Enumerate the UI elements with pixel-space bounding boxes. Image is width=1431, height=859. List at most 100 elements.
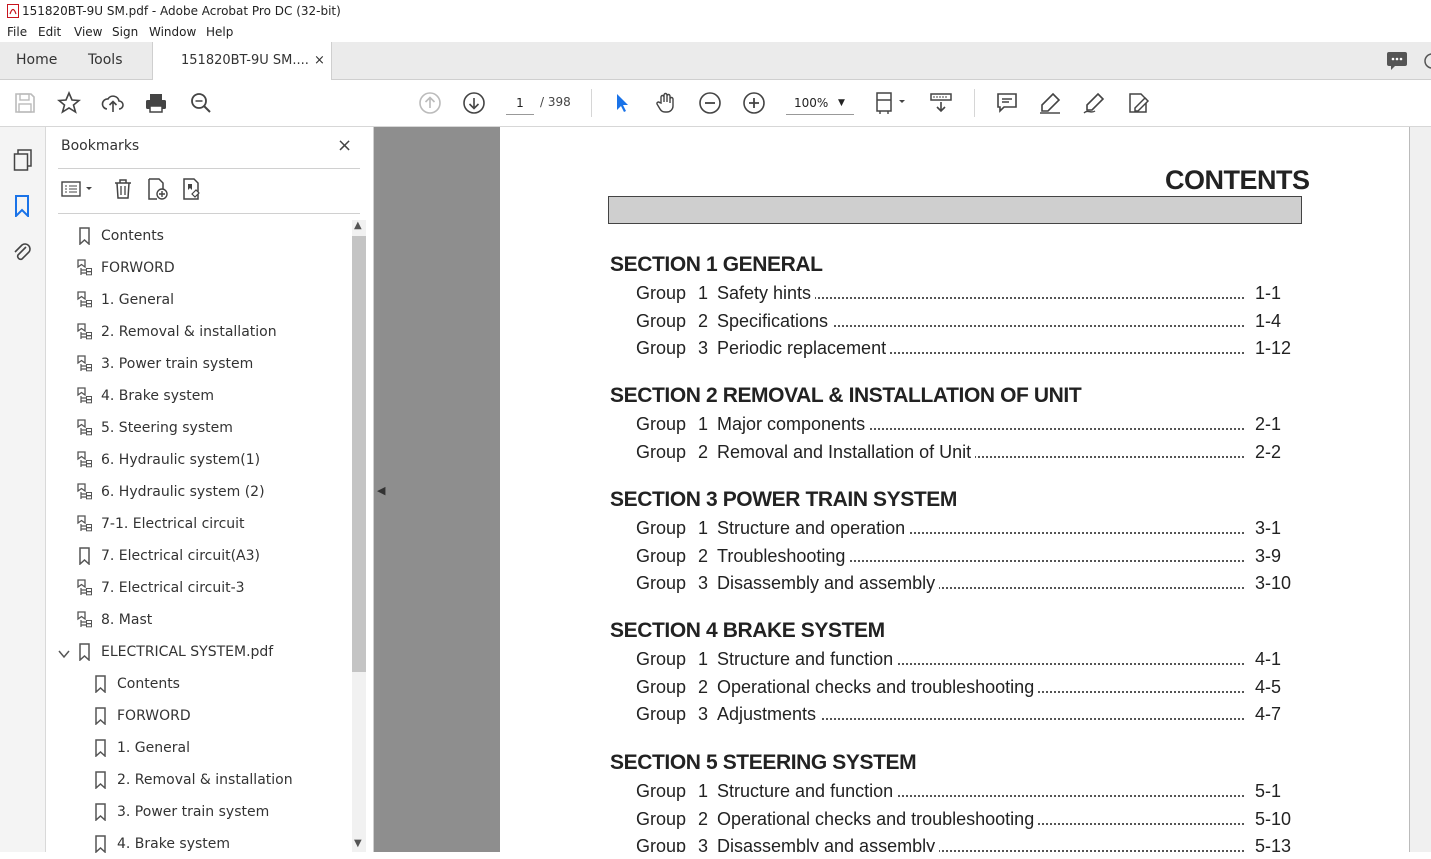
highlight-icon[interactable] <box>1038 91 1062 115</box>
page-ref: 1-12 <box>1255 338 1292 358</box>
toc-entry[interactable]: Group 3 Disassembly and assembly 3-10 <box>636 573 1292 597</box>
scroll-thumb[interactable] <box>352 236 366 672</box>
page-ref: 1-1 <box>1255 283 1282 303</box>
section-heading: SECTION 1 GENERAL <box>610 253 823 276</box>
panel-divider <box>58 168 360 169</box>
edit-pdf-icon[interactable] <box>1126 91 1150 115</box>
bookmark-icon[interactable] <box>14 195 30 217</box>
scroll-down-arrow-icon[interactable]: ▼ <box>354 838 362 849</box>
comment-bubble-icon[interactable] <box>1386 51 1408 71</box>
toc-entry[interactable]: Group 1 Safety hints 1-1 <box>636 283 1290 307</box>
main-toolbar: 1 / 398 100% ▼ <box>0 80 1431 127</box>
star-icon[interactable] <box>56 90 82 115</box>
toc-entry[interactable]: Group 1 Structure and function 4-1 <box>636 649 1290 673</box>
group-word: Group <box>636 283 687 303</box>
group-title: Disassembly and assembly <box>717 836 940 852</box>
menu-sign[interactable]: Sign <box>112 25 138 39</box>
page-number-input[interactable]: 1 <box>506 92 534 115</box>
save-icon[interactable] <box>13 91 37 115</box>
bookmark-label: 7-1. Electrical circuit <box>101 516 245 532</box>
next-page-icon[interactable] <box>462 91 486 115</box>
group-word: Group <box>636 573 687 593</box>
collapse-panel-arrow-icon[interactable]: ◀ <box>377 484 385 497</box>
group-title: Periodic replacement <box>717 338 891 359</box>
group-number: 3 <box>698 836 709 852</box>
group-title: Specifications <box>717 310 833 332</box>
bookmark-icon <box>95 707 106 725</box>
zoom-in-icon[interactable] <box>742 91 766 115</box>
page-ref: 5-1 <box>1255 781 1282 801</box>
toc-entry[interactable]: Group 2 Troubleshooting 3-9 <box>636 545 1290 570</box>
toc-entry[interactable]: Group 2 Operational checks and troubleshoo… <box>636 676 1290 701</box>
upload-icon[interactable] <box>101 91 125 115</box>
fit-page-icon[interactable] <box>874 91 908 115</box>
group-word: Group <box>636 836 687 852</box>
window-title: 151820BT-9U SM.pdf - Adobe Acrobat Pro D… <box>22 4 341 18</box>
scroll-up-arrow-icon[interactable]: ▲ <box>354 220 362 231</box>
page-ref: 3-10 <box>1255 573 1292 593</box>
page-ref: 5-13 <box>1255 836 1292 852</box>
toc-entry[interactable]: Group 2 Operational checks and troubleshoo… <box>636 808 1291 833</box>
comment-icon[interactable] <box>995 91 1019 115</box>
group-title: Adjustments <box>717 704 821 725</box>
toc-entry[interactable]: Group 3 Disassembly and assembly 5-13 <box>636 836 1292 852</box>
attachment-icon[interactable] <box>12 241 32 263</box>
delete-bookmark-icon[interactable] <box>111 177 135 201</box>
toc-entry[interactable]: Group 3 Periodic replacement 1-12 <box>636 338 1292 362</box>
bookmark-label: Contents <box>117 676 180 692</box>
group-number: 1 <box>698 283 709 303</box>
toc-entry[interactable]: Group 1 Structure and operation 3-1 <box>636 518 1290 542</box>
bookmarks-panel: Bookmarks × ▲ ▼ Contents FORWORD 1. Genera… <box>46 127 374 853</box>
bookmark-options-icon[interactable] <box>60 177 96 201</box>
toc-entry[interactable]: Group 2 Removal and Installation of Unit 2-… <box>636 441 1290 466</box>
bookmark-tree-icon <box>77 611 92 628</box>
toc-entry[interactable]: Group 1 Structure and function 5-1 <box>636 781 1290 805</box>
chevron-down-icon[interactable] <box>58 644 70 663</box>
bookmark-label: 2. Removal & installation <box>117 772 293 788</box>
bookmark-label: 6. Hydraulic system(1) <box>101 452 261 468</box>
group-word: Group <box>636 545 687 566</box>
zoom-out-icon[interactable] <box>698 91 722 115</box>
menu-edit[interactable]: Edit <box>38 25 61 39</box>
hand-icon[interactable] <box>654 91 678 115</box>
toc-entry[interactable]: Group 2 Specifications 1-4 <box>636 310 1290 335</box>
bookmark-from-structure-icon[interactable] <box>180 177 204 201</box>
toc-entry[interactable]: Group 1 Major components 2-1 <box>636 414 1290 438</box>
tab-tools[interactable]: Tools <box>88 42 123 79</box>
group-number: 2 <box>698 808 709 829</box>
pages-icon[interactable] <box>13 149 33 171</box>
section-heading: SECTION 2 REMOVAL & INSTALLATION OF UNIT <box>610 384 1082 407</box>
menu-view[interactable]: View <box>74 25 102 39</box>
menu-window[interactable]: Window <box>149 25 196 39</box>
select-pointer-icon[interactable] <box>610 91 634 115</box>
bookmark-tree-icon <box>77 259 92 276</box>
toc-entry[interactable]: Group 3 Adjustments 4-7 <box>636 704 1290 728</box>
tab-close-icon[interactable]: × <box>314 42 325 79</box>
sign-icon[interactable] <box>1082 91 1106 115</box>
scroll-mode-icon[interactable] <box>929 91 953 115</box>
bookmark-tree-icon <box>77 291 92 308</box>
menu-help[interactable]: Help <box>206 25 233 39</box>
group-number: 1 <box>698 518 709 538</box>
bookmark-icon <box>95 739 106 757</box>
page-ref: 4-5 <box>1255 676 1282 697</box>
search-zoom-icon[interactable] <box>189 91 213 115</box>
title-rule-bar <box>608 196 1302 224</box>
print-icon[interactable] <box>144 91 168 115</box>
prev-page-icon[interactable] <box>418 91 442 115</box>
bookmark-tree-icon <box>77 355 92 372</box>
page-ref: 4-1 <box>1255 649 1282 669</box>
close-icon[interactable]: × <box>337 135 352 156</box>
bookmark-tree-icon <box>77 483 92 500</box>
group-title: Operational checks and troubleshooting <box>717 808 1039 830</box>
help-partial-icon[interactable] <box>1423 52 1431 70</box>
right-scroll-strip[interactable] <box>1409 127 1431 852</box>
bookmarks-scrollbar[interactable]: ▲ ▼ <box>352 220 366 852</box>
zoom-select[interactable]: 100% ▼ <box>786 92 854 115</box>
tab-home[interactable]: Home <box>16 42 57 79</box>
bookmark-label: 8. Mast <box>101 612 153 628</box>
tab-document[interactable]: 151820BT-9U SM.... × <box>152 42 332 80</box>
menu-file[interactable]: File <box>7 25 27 39</box>
bookmarks-title: Bookmarks <box>61 138 140 154</box>
new-bookmark-icon[interactable] <box>145 177 169 201</box>
